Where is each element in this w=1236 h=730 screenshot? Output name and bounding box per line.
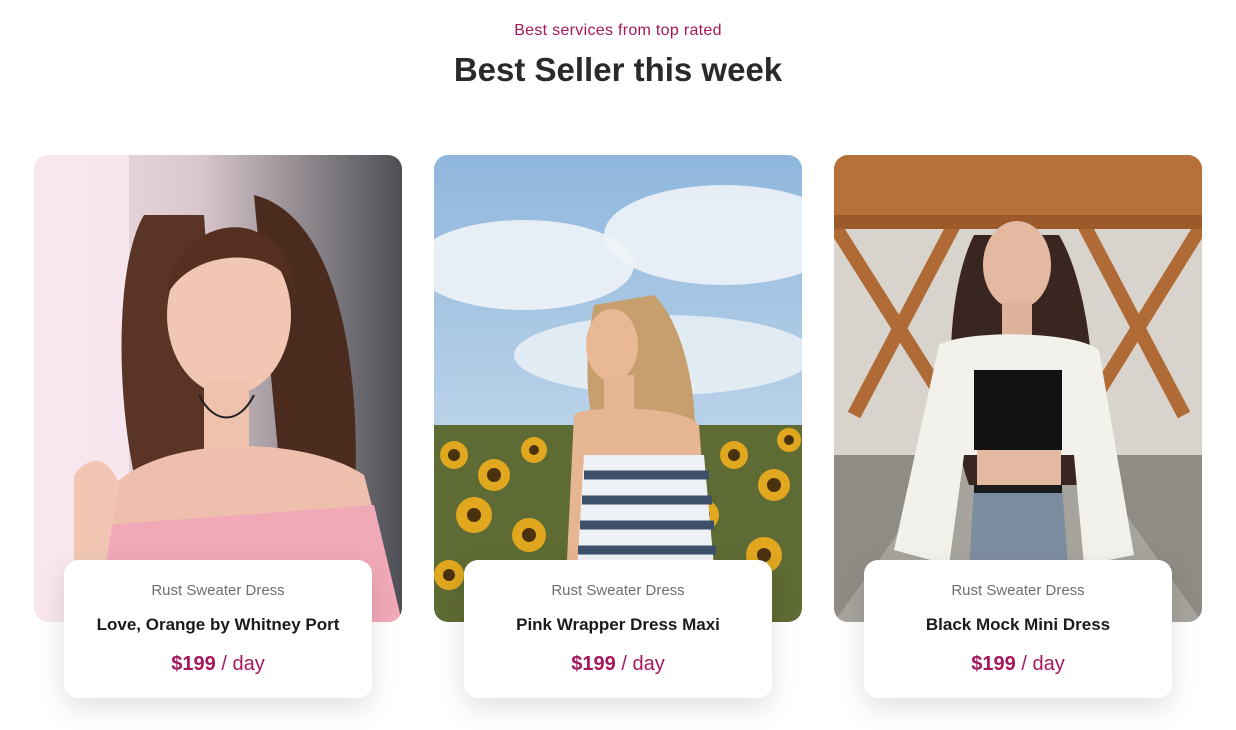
product-info: Rust Sweater Dress Love, Orange by Whitn… [64,560,372,698]
product-price-row: $199 / day [864,653,1172,676]
price-period: / day [621,653,665,675]
product-category: Rust Sweater Dress [951,582,1085,599]
product-info: Rust Sweater Dress Pink Wrapper Dress Ma… [464,560,772,698]
product-image[interactable] [34,155,402,622]
product-category: Rust Sweater Dress [151,582,285,599]
product-image[interactable] [434,155,802,622]
product-name[interactable]: Pink Wrapper Dress Maxi [464,615,772,635]
product-image[interactable] [834,155,1202,622]
product-price-row: $199 / day [464,653,772,676]
section-title: Best Seller this week [453,51,783,88]
price-period: / day [1021,653,1065,675]
product-card[interactable]: Rust Sweater Dress Black Mock Mini Dress… [834,155,1202,715]
product-price: $199 [571,653,616,675]
product-category: Rust Sweater Dress [551,582,685,599]
product-card[interactable]: Rust Sweater Dress Love, Orange by Whitn… [34,155,402,715]
product-price-row: $199 / day [64,653,372,676]
product-name[interactable]: Black Mock Mini Dress [864,615,1172,635]
product-name[interactable]: Love, Orange by Whitney Port [64,615,372,635]
price-period: / day [221,653,265,675]
section-eyebrow: Best services from top rated [514,22,722,39]
product-price: $199 [171,653,216,675]
product-card[interactable]: Rust Sweater Dress Pink Wrapper Dress Ma… [434,155,802,715]
product-info: Rust Sweater Dress Black Mock Mini Dress… [864,560,1172,698]
product-price: $199 [971,653,1016,675]
